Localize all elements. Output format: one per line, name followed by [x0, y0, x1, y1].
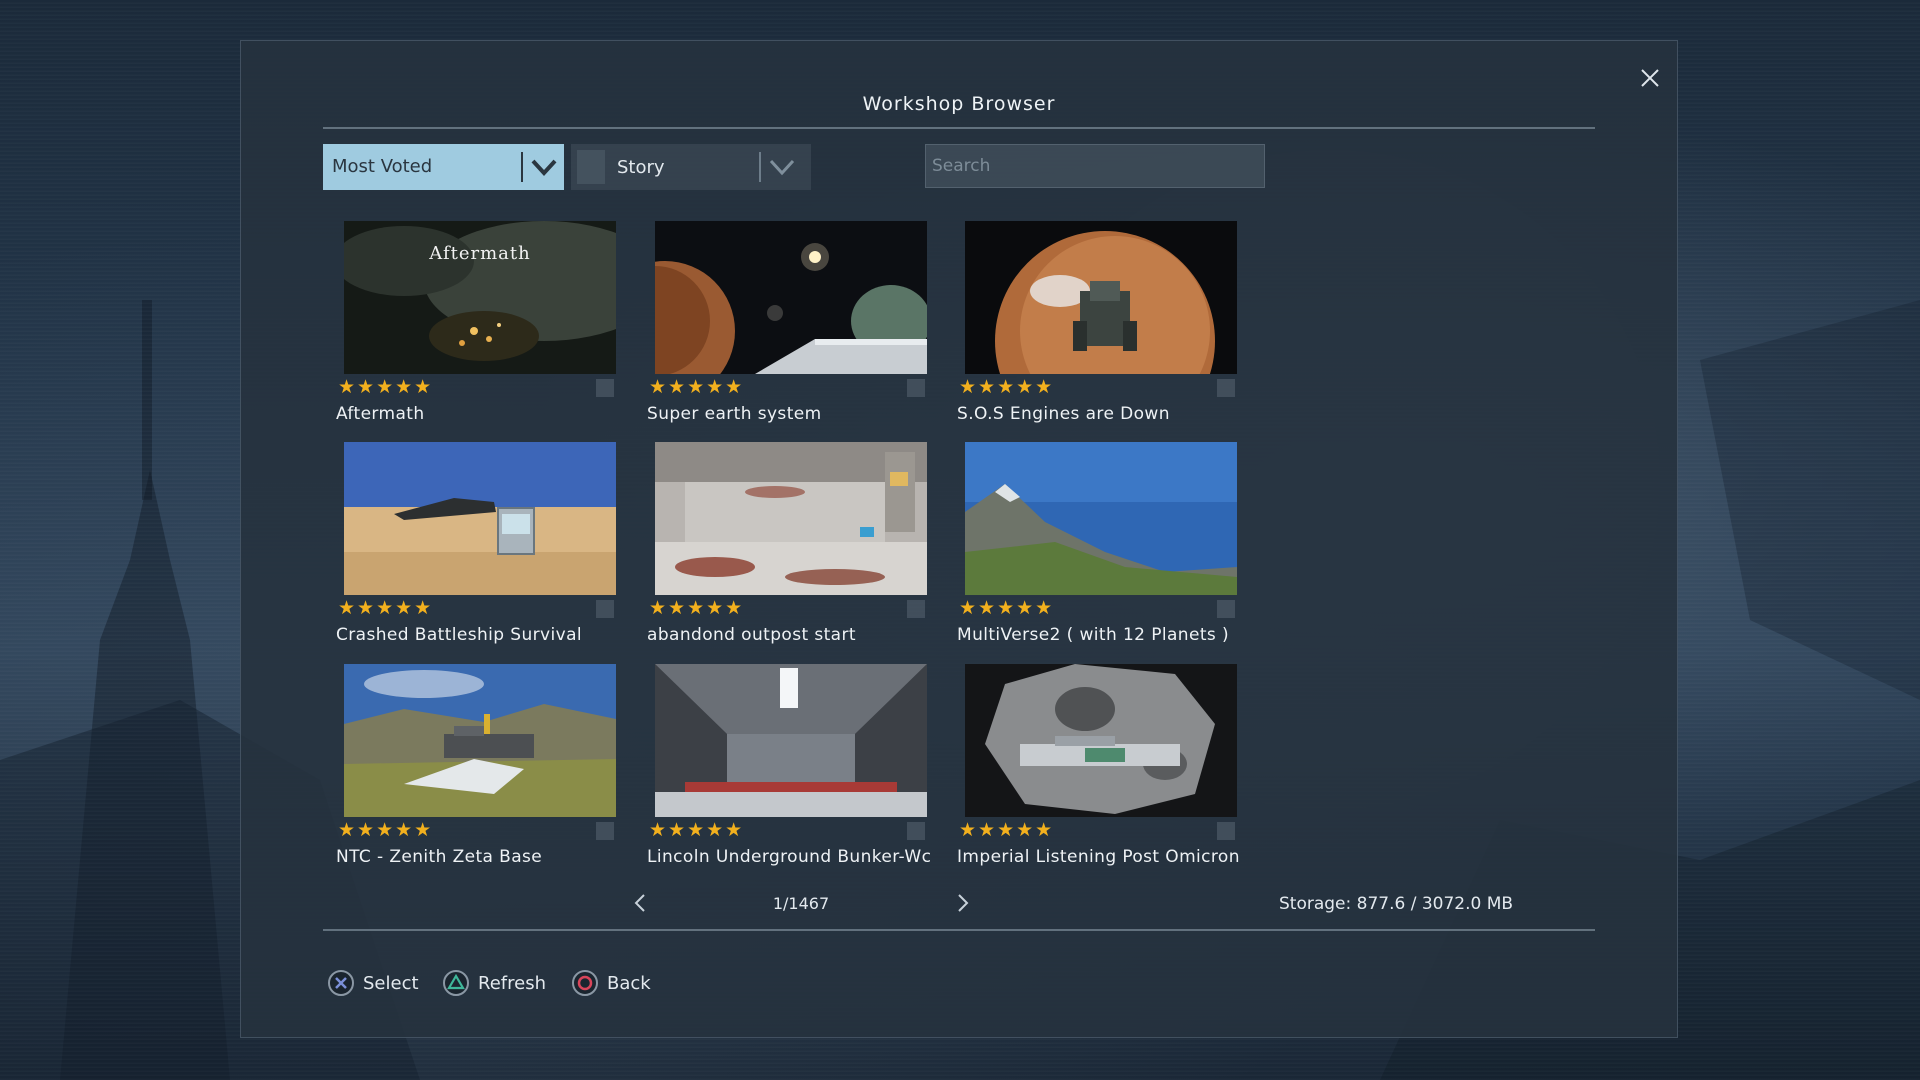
item-name: Lincoln Underground Bunker-Wc — [647, 847, 932, 867]
imperial-listening-post-thumbnail — [965, 664, 1237, 817]
back-hint-label: Back — [607, 973, 651, 994]
crashed-battleship-thumbnail — [344, 442, 616, 595]
refresh-hint-label: Refresh — [478, 973, 546, 994]
workshop-item[interactable]: ★★★★★ abandond outpost start — [646, 442, 936, 652]
chevron-right-icon — [958, 894, 969, 912]
chevron-down-icon — [769, 159, 795, 176]
favorite-checkbox[interactable] — [596, 600, 614, 618]
favorite-checkbox[interactable] — [596, 379, 614, 397]
dropdown-separator — [759, 152, 761, 182]
storage-readout: Storage: 877.6 / 3072.0 MB — [1279, 894, 1514, 914]
dialog-title: Workshop Browser — [862, 93, 1056, 115]
favorite-checkbox[interactable] — [907, 822, 925, 840]
divider-top — [323, 127, 1595, 129]
rating-stars: ★★★★★ — [338, 597, 434, 619]
sort-dropdown-label: Most Voted — [332, 156, 433, 177]
rating-stars: ★★★★★ — [338, 376, 434, 398]
cross-button-icon — [328, 970, 354, 996]
workshop-item[interactable]: ★★★★★ Crashed Battleship Survival — [335, 442, 625, 652]
favorite-checkbox[interactable] — [907, 379, 925, 397]
category-dropdown-label: Story — [617, 157, 665, 178]
sort-dropdown[interactable]: Most Voted — [323, 144, 564, 190]
item-name: Aftermath — [336, 404, 425, 424]
item-name: MultiVerse2 ( with 12 Planets ) — [957, 625, 1229, 645]
category-dropdown[interactable]: Story — [571, 144, 811, 190]
workshop-item[interactable]: ★★★★★ Imperial Listening Post Omicron — [956, 664, 1246, 874]
item-name: Super earth system — [647, 404, 822, 424]
prev-page-button[interactable] — [630, 891, 650, 915]
workshop-item[interactable]: ★★★★★ Lincoln Underground Bunker-Wc — [646, 664, 936, 874]
select-hint-label: Select — [363, 973, 419, 994]
close-button[interactable] — [1633, 61, 1667, 95]
divider-bottom — [323, 929, 1595, 931]
workshop-item[interactable]: Aftermath ★★★★★ Aftermath — [335, 221, 625, 431]
rating-stars: ★★★★★ — [959, 376, 1055, 398]
search-input[interactable] — [925, 144, 1265, 188]
chevron-down-icon — [531, 159, 557, 176]
favorite-checkbox[interactable] — [596, 822, 614, 840]
workshop-dialog: Workshop Browser Most Voted Story Search… — [240, 40, 1678, 1038]
rating-stars: ★★★★★ — [649, 376, 745, 398]
favorite-checkbox[interactable] — [1217, 822, 1235, 840]
multiverse-thumbnail — [965, 442, 1237, 595]
item-name: S.O.S Engines are Down — [957, 404, 1170, 424]
rating-stars: ★★★★★ — [959, 819, 1055, 841]
workshop-item[interactable]: ★★★★★ S.O.S Engines are Down — [956, 221, 1246, 431]
favorite-checkbox[interactable] — [1217, 379, 1235, 397]
next-page-button[interactable] — [953, 891, 973, 915]
category-dropdown-box — [577, 150, 605, 184]
item-name: abandond outpost start — [647, 625, 856, 645]
workshop-item[interactable]: ★★★★★ Super earth system — [646, 221, 936, 431]
dropdown-separator — [521, 152, 523, 182]
rating-stars: ★★★★★ — [959, 597, 1055, 619]
aftermath-thumbnail: Aftermath — [344, 221, 616, 374]
item-name: Imperial Listening Post Omicron — [957, 847, 1240, 867]
rating-stars: ★★★★★ — [649, 819, 745, 841]
svg-text:Aftermath: Aftermath — [428, 243, 530, 264]
sos-engines-thumbnail — [965, 221, 1237, 374]
rating-stars: ★★★★★ — [649, 597, 745, 619]
favorite-checkbox[interactable] — [907, 600, 925, 618]
page-indicator: 1/1467 — [772, 894, 830, 913]
workshop-item[interactable]: ★★★★★ MultiVerse2 ( with 12 Planets ) — [956, 442, 1246, 652]
close-icon — [1641, 69, 1659, 87]
rating-stars: ★★★★★ — [338, 819, 434, 841]
triangle-button-icon — [443, 970, 469, 996]
super-earth-thumbnail — [655, 221, 927, 374]
abandoned-outpost-thumbnail — [655, 442, 927, 595]
favorite-checkbox[interactable] — [1217, 600, 1235, 618]
workshop-item[interactable]: ★★★★★ NTC - Zenith Zeta Base — [335, 664, 625, 874]
lincoln-bunker-thumbnail — [655, 664, 927, 817]
zenith-zeta-thumbnail — [344, 664, 616, 817]
circle-button-icon — [572, 970, 598, 996]
chevron-left-icon — [634, 894, 645, 912]
item-name: Crashed Battleship Survival — [336, 625, 583, 645]
item-name: NTC - Zenith Zeta Base — [336, 847, 543, 867]
